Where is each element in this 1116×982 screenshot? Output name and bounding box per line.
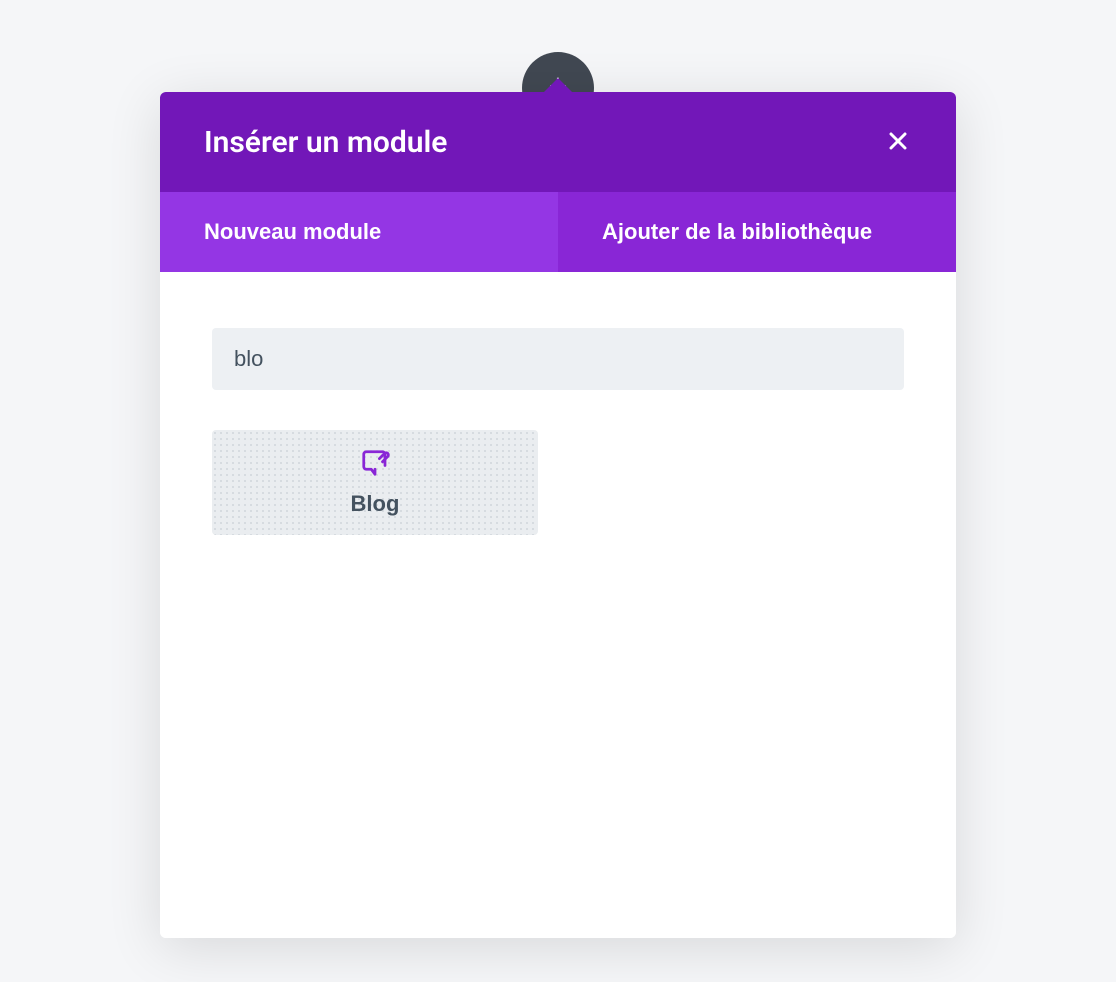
- modal-pointer: [543, 78, 573, 93]
- tab-add-from-library[interactable]: Ajouter de la bibliothèque: [558, 192, 956, 272]
- module-search-input[interactable]: [212, 328, 904, 390]
- close-button[interactable]: [876, 120, 920, 164]
- insert-module-modal: Insérer un module Nouveau module Ajouter…: [160, 92, 956, 938]
- modal: Insérer un module Nouveau module Ajouter…: [160, 92, 956, 938]
- tab-label: Ajouter de la bibliothèque: [602, 219, 872, 244]
- module-card-blog[interactable]: Blog: [212, 430, 538, 535]
- module-results: Blog: [212, 430, 904, 535]
- tabs: Nouveau module Ajouter de la bibliothèqu…: [160, 192, 956, 272]
- modal-title: Insérer un module: [204, 125, 447, 160]
- close-icon: [886, 129, 910, 156]
- tab-new-module[interactable]: Nouveau module: [160, 192, 558, 272]
- module-card-label: Blog: [351, 491, 400, 517]
- modal-header: Insérer un module: [160, 92, 956, 192]
- modal-body: Blog: [160, 272, 956, 939]
- tab-label: Nouveau module: [204, 219, 381, 244]
- blog-icon: [360, 448, 390, 481]
